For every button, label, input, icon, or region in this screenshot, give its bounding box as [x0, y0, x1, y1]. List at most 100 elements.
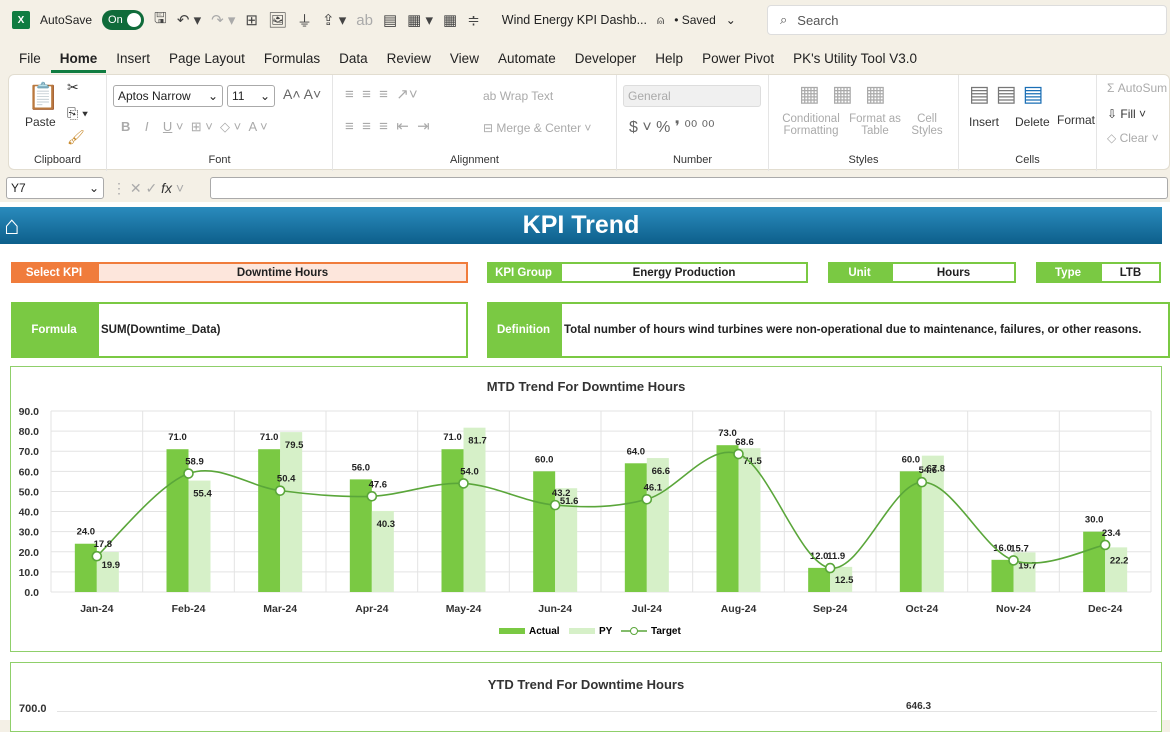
- filter-icon[interactable]: ⏚: [297, 10, 312, 31]
- paste-icon[interactable]: 📋: [27, 81, 59, 112]
- copy-icon[interactable]: ⎘ ▾: [67, 105, 88, 122]
- calculator2-icon[interactable]: ▦: [443, 11, 457, 29]
- select-kpi-label: Select KPI: [11, 262, 97, 283]
- number-format-select[interactable]: General: [623, 85, 761, 107]
- select-kpi-dropdown[interactable]: Downtime Hours: [97, 262, 468, 283]
- tab-help[interactable]: Help: [646, 47, 692, 73]
- actual-data-label: 64.0: [627, 446, 646, 457]
- bar-actual: [74, 543, 97, 592]
- tab-page-layout[interactable]: Page Layout: [160, 47, 254, 73]
- tab-view[interactable]: View: [441, 47, 488, 73]
- bar-py: [646, 458, 669, 592]
- cell-styles-button[interactable]: Cell Styles: [905, 113, 949, 137]
- bar-py: [463, 427, 486, 592]
- x-tick-label: Jun-24: [538, 603, 572, 615]
- type-value: LTB: [1100, 262, 1161, 283]
- undo-icon[interactable]: ↶ ▾: [177, 11, 201, 29]
- name-box[interactable]: Y7 ⌄: [6, 177, 104, 199]
- horizontal-align-icons[interactable]: ≡ ≡ ≡ ⇤ ⇥: [345, 117, 430, 135]
- tab-power-pivot[interactable]: Power Pivot: [693, 47, 783, 73]
- formula-actions[interactable]: ⋮ ✕ ✓ fx ˅: [112, 180, 184, 197]
- x-tick-label: Apr-24: [355, 603, 388, 615]
- bar-actual: [716, 445, 739, 592]
- wrap-text-button[interactable]: ab Wrap Text: [483, 89, 553, 103]
- x-tick-label: Aug-24: [721, 603, 757, 615]
- picture-icon[interactable]: 🖼: [268, 11, 287, 29]
- mtd-chart-svg: 0.0 10.0 20.0 30.0 40.0 50.0 60.0 70.0 80.0 90.0 2…: [19, 406, 1152, 637]
- search-placeholder: Search: [797, 12, 839, 28]
- save-icon[interactable]: 🖫: [154, 8, 167, 33]
- spelling-icon[interactable]: ab: [356, 12, 373, 29]
- customize-icon[interactable]: ≑: [467, 11, 480, 29]
- formula-bar: Y7 ⌄ ⋮ ✕ ✓ fx ˅: [0, 176, 1170, 200]
- number-format-icons[interactable]: $ ˅ % ❜ ⁰⁰ ⁰⁰: [629, 117, 715, 137]
- py-data-label: 79.5: [285, 440, 304, 451]
- search-box[interactable]: ⌕ Search: [767, 5, 1167, 35]
- target-point: [641, 493, 653, 505]
- alignment-group: ≡ ≡ ≡ ↗˅ ≡ ≡ ≡ ⇤ ⇥ ab Wrap Text ⊟ Merge …: [333, 75, 617, 171]
- styles-label: Styles: [848, 154, 879, 166]
- delete-button[interactable]: Delete: [1015, 115, 1050, 129]
- form-icon[interactable]: ▤: [383, 11, 397, 29]
- paste-button[interactable]: Paste: [25, 115, 56, 129]
- home-icon[interactable]: ⌂: [4, 207, 20, 244]
- unit-value: Hours: [891, 262, 1016, 283]
- autosave-toggle[interactable]: On: [102, 10, 145, 30]
- dashboard-banner: ⌂ KPI Trend: [0, 207, 1162, 244]
- saved-status[interactable]: • Saved: [674, 13, 716, 27]
- autosum-button[interactable]: Σ AutoSum: [1107, 81, 1167, 95]
- formula-value: SUM(Downtime_Data): [97, 302, 468, 358]
- tab-file[interactable]: File: [10, 47, 50, 73]
- font-style-icons[interactable]: B I U ˅ ⊞ ˅ ◇ ˅ A ˅: [121, 119, 268, 135]
- format-button[interactable]: Format: [1057, 113, 1095, 127]
- conditional-formatting-button[interactable]: Conditional Formatting: [779, 113, 843, 137]
- tab-review[interactable]: Review: [378, 47, 440, 73]
- file-title: Wind Energy KPI Dashb...: [501, 13, 647, 27]
- target-data-label: 47.6: [369, 479, 388, 490]
- py-data-label: 12.5: [835, 575, 854, 586]
- y-tick-label: 30.0: [19, 527, 40, 539]
- tab-developer[interactable]: Developer: [566, 47, 646, 73]
- borders-icon[interactable]: ⊞: [245, 11, 258, 29]
- insert-button[interactable]: Insert: [969, 115, 999, 129]
- tab-pk-utility[interactable]: PK's Utility Tool V3.0: [784, 47, 926, 73]
- target-point: [91, 550, 103, 562]
- py-data-label: 81.7: [468, 436, 487, 447]
- tab-automate[interactable]: Automate: [489, 47, 565, 73]
- format-as-table-button[interactable]: Format as Table: [847, 113, 903, 137]
- formula-input[interactable]: [210, 177, 1168, 199]
- tab-data[interactable]: Data: [330, 47, 377, 73]
- target-point: [183, 468, 194, 479]
- calculator-icon[interactable]: ▦ ▾: [407, 11, 433, 29]
- actual-data-label: 60.0: [902, 454, 921, 465]
- cells-group: ▤ ▤ ▤ Insert Delete Format Cells: [959, 75, 1097, 171]
- y-tick-label: 0.0: [24, 587, 39, 599]
- x-tick-label: Jan-24: [80, 603, 113, 615]
- increase-font-icon[interactable]: A˄ A˅: [283, 86, 321, 102]
- format-painter-icon[interactable]: 🖌: [67, 129, 85, 146]
- tab-insert[interactable]: Insert: [107, 47, 159, 73]
- clipboard-group: 📋 Paste ✂ ⎘ ▾ 🖌 Clipboard: [9, 75, 107, 171]
- target-data-label: 43.2: [552, 488, 571, 499]
- merge-center-button[interactable]: ⊟ Merge & Center ˅: [483, 121, 591, 135]
- cut-icon[interactable]: ✂: [67, 79, 79, 96]
- bar-py: [1105, 547, 1128, 592]
- redo-icon[interactable]: ↷ ▾: [211, 11, 235, 29]
- share-icon[interactable]: ⇪ ▾: [322, 11, 346, 29]
- coauthor-icon: ⍝: [656, 12, 665, 27]
- fill-button[interactable]: ⇩ Fill ˅: [1107, 107, 1146, 121]
- x-tick-label: Mar-24: [263, 603, 297, 615]
- kpi-group-label: KPI Group: [487, 262, 560, 283]
- styles-icons: ▦ ▦ ▦: [799, 81, 886, 106]
- font-size-select[interactable]: 11 ⌄: [227, 85, 275, 107]
- ytd-chart: YTD Trend For Downtime Hours 700.0 646.3: [10, 662, 1162, 732]
- tab-formulas[interactable]: Formulas: [255, 47, 329, 73]
- x-tick-label: Oct-24: [905, 603, 938, 615]
- actual-data-label: 56.0: [352, 462, 371, 473]
- font-name-select[interactable]: Aptos Narrow ⌄: [113, 85, 223, 107]
- vertical-align-icons[interactable]: ≡ ≡ ≡ ↗˅: [345, 85, 418, 103]
- clear-button[interactable]: ◇ Clear ˅: [1107, 131, 1159, 145]
- target-point: [733, 448, 744, 460]
- target-data-label: 54.0: [460, 466, 479, 477]
- tab-home[interactable]: Home: [50, 47, 107, 73]
